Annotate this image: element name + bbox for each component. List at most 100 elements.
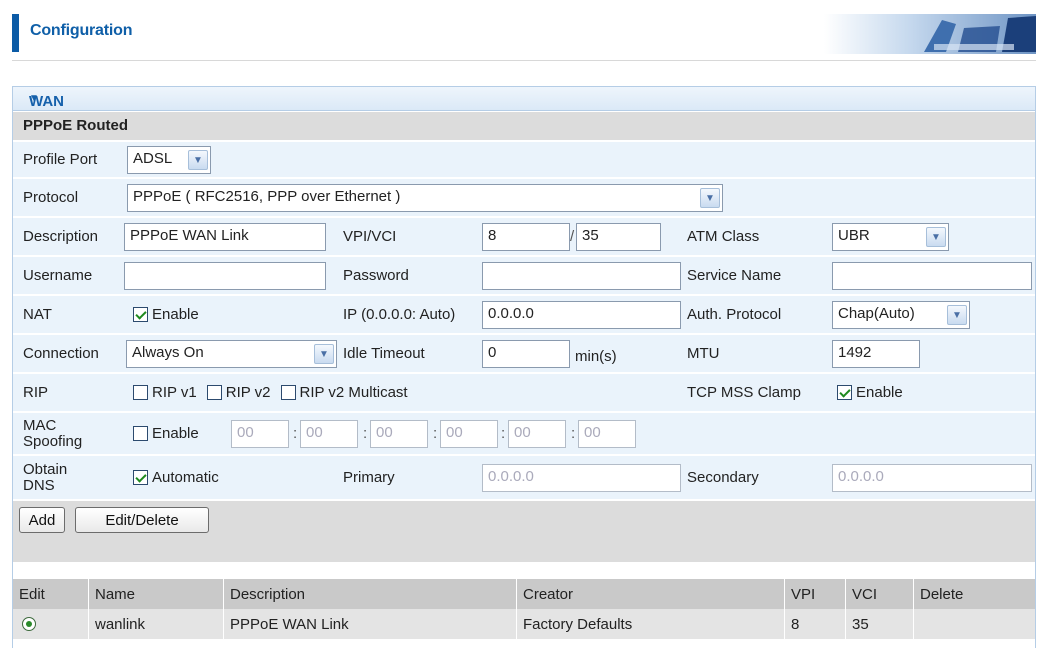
secondary-dns-input[interactable]: 0.0.0.0	[832, 464, 1032, 492]
col-edit: Edit	[13, 579, 89, 609]
col-vci: VCI	[846, 579, 914, 609]
dropdown-arrow-icon: ▼	[188, 150, 208, 170]
atm-class-value: UBR	[838, 227, 870, 244]
username-input[interactable]	[124, 262, 326, 290]
row-delete[interactable]	[914, 609, 1037, 639]
rip-v1-label: RIP v1	[152, 384, 197, 401]
col-delete: Delete	[920, 585, 964, 603]
auth-protocol-select[interactable]: Chap(Auto) ▼	[832, 301, 970, 329]
rip-v2-checkbox[interactable]	[206, 385, 222, 400]
obtain-dns-row: Obtain DNS Automatic Primary 0.0.0.0 Sec…	[13, 456, 1035, 500]
description-label: Description	[23, 227, 99, 245]
col-name: Name	[89, 579, 224, 609]
nat-label: NAT	[23, 305, 52, 323]
rip-v2-multicast-label: RIP v2 Multicast	[299, 384, 408, 401]
protocol-select[interactable]: PPPoE ( RFC2516, PPP over Ethernet ) ▼	[127, 184, 723, 212]
mode-title: PPPoE Routed	[23, 117, 129, 134]
mac-octet-3[interactable]: 00	[370, 420, 428, 448]
dropdown-arrow-icon: ▼	[314, 344, 334, 364]
rip-label: RIP	[23, 383, 49, 401]
profile-port-value: ADSL	[133, 150, 173, 167]
password-input[interactable]	[482, 262, 681, 290]
wan-table-header: Edit Name Description Creator VPI VCI De…	[13, 579, 1035, 609]
username-label: Username	[23, 266, 93, 284]
connection-select[interactable]: Always On ▼	[126, 340, 337, 368]
primary-dns-label: Primary	[343, 468, 395, 486]
mtu-input[interactable]: 1492	[832, 340, 920, 368]
mac-octet-6[interactable]: 00	[578, 420, 636, 448]
idle-timeout-input[interactable]: 0	[482, 340, 570, 368]
row-vci: 35	[846, 609, 914, 639]
mac-spoofing-enable-checkbox[interactable]	[133, 426, 148, 441]
mac-separator: :	[363, 425, 368, 442]
connection-row: Connection Always On ▼ Idle Timeout 0 mi…	[13, 335, 1035, 373]
profile-port-select[interactable]: ADSL ▼	[127, 146, 211, 174]
col-vpi: VPI	[785, 579, 846, 609]
edit-delete-button[interactable]: Edit/Delete	[75, 507, 209, 533]
nat-enable-label: Enable	[152, 306, 199, 323]
action-buttons-row: Add Edit/Delete	[13, 501, 1035, 563]
row-name: wanlink	[89, 609, 224, 639]
col-description: Description	[224, 579, 517, 609]
mac-octet-4[interactable]: 00	[440, 420, 498, 448]
mac-spoofing-enable-label: Enable	[152, 425, 199, 442]
mac-separator: :	[293, 425, 298, 442]
password-label: Password	[343, 266, 409, 284]
vpivci-separator: /	[570, 228, 575, 245]
auth-protocol-label: Auth. Protocol	[687, 305, 782, 323]
connection-value: Always On	[132, 344, 204, 361]
dropdown-arrow-icon: ▼	[700, 188, 720, 208]
header-divider	[12, 60, 1036, 61]
page-title: Configuration	[30, 22, 133, 39]
wan-connection-panel: ▼WAN Connection PPPoE Routed Profile Por…	[12, 86, 1036, 648]
mac-octet-2[interactable]: 00	[300, 420, 358, 448]
dns-automatic-checkbox[interactable]	[133, 470, 148, 485]
vci-input[interactable]: 35	[576, 223, 661, 251]
nat-row: NAT Enable IP (0.0.0.0: Auto) 0.0.0.0 Au…	[13, 296, 1035, 334]
rip-v1-checkbox[interactable]	[133, 385, 148, 400]
edit-radio-icon[interactable]	[22, 617, 36, 631]
row-vpi: 8	[785, 609, 846, 639]
row-description: PPPoE WAN Link	[224, 609, 517, 639]
obtain-dns-label-1: Obtain	[23, 460, 68, 478]
primary-dns-input[interactable]: 0.0.0.0	[482, 464, 681, 492]
ip-input[interactable]: 0.0.0.0	[482, 301, 681, 329]
mac-spoofing-label-2: Spoofing	[23, 432, 83, 450]
mac-octet-5[interactable]: 00	[508, 420, 566, 448]
vpi-input[interactable]: 8	[482, 223, 570, 251]
page-header: Configuration	[12, 8, 1036, 60]
header-accent-bar	[12, 14, 19, 52]
mac-spoofing-label-1: MAC	[23, 416, 57, 434]
mac-separator: :	[501, 425, 506, 442]
row-creator: Factory Defaults	[517, 609, 785, 639]
connection-label: Connection	[23, 344, 99, 362]
mode-title-row: PPPoE Routed	[13, 112, 1035, 141]
add-button[interactable]: Add	[19, 507, 65, 533]
atm-class-label: ATM Class	[687, 227, 760, 245]
nat-enable-checkbox[interactable]	[133, 307, 148, 322]
protocol-row: Protocol PPPoE ( RFC2516, PPP over Ether…	[13, 179, 1035, 217]
mac-separator: :	[571, 425, 576, 442]
description-input[interactable]: PPPoE WAN Link	[124, 223, 326, 251]
rip-v2-multicast-checkbox[interactable]	[280, 385, 296, 400]
dropdown-arrow-icon: ▼	[926, 227, 946, 247]
mac-octet-1[interactable]: 00	[231, 420, 289, 448]
service-name-input[interactable]	[832, 262, 1032, 290]
tcp-mss-enable-label: Enable	[856, 384, 903, 401]
rip-row: RIP RIP v1 RIP v2 RIP v2 Multicast TCP M…	[13, 374, 1035, 412]
protocol-label: Protocol	[23, 188, 79, 206]
protocol-value: PPPoE ( RFC2516, PPP over Ethernet )	[133, 188, 401, 205]
section-header[interactable]: ▼WAN Connection	[13, 87, 1035, 127]
table-row: wanlink PPPoE WAN Link Factory Defaults …	[13, 609, 1035, 639]
idle-timeout-label: Idle Timeout	[343, 344, 425, 362]
ip-label: IP (0.0.0.0: Auto)	[343, 305, 456, 323]
username-row: Username Password Service Name	[13, 257, 1035, 295]
idle-timeout-unit: min(s)	[575, 347, 617, 365]
col-creator: Creator	[517, 579, 785, 609]
atm-class-select[interactable]: UBR ▼	[832, 223, 949, 251]
tcp-mss-enable-checkbox[interactable]	[837, 385, 852, 400]
vpivci-label: VPI/VCI	[343, 227, 397, 245]
profile-port-row: Profile Port ADSL ▼	[13, 142, 1035, 178]
dropdown-arrow-icon: ▼	[947, 305, 967, 325]
profile-port-label: Profile Port	[23, 150, 98, 168]
